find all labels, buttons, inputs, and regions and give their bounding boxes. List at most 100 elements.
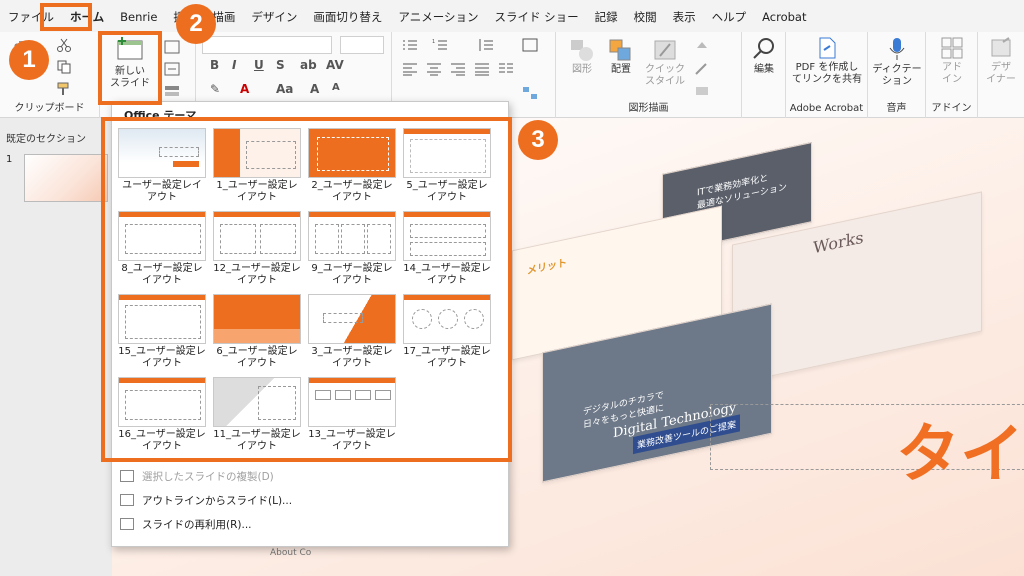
layout-icon[interactable] [164,40,180,54]
quick-style-label-2: スタイル [645,76,685,87]
tab-benrie[interactable]: Benrie [112,0,165,32]
underline-icon[interactable]: U [254,58,264,72]
copy-icon[interactable] [56,60,72,74]
tab-view[interactable]: 表示 [665,0,704,32]
editing-button[interactable]: 編集 [744,36,784,76]
editing-label: 編集 [754,64,774,75]
shapes-label: 図形 [572,64,592,75]
change-case-icon[interactable]: Aa [276,82,293,96]
shapes-button[interactable]: 図形 [564,38,600,76]
svg-text:1: 1 [432,39,435,45]
bullets-icon[interactable] [402,38,418,52]
home-tab-highlight [40,3,92,31]
layout-gallery-highlight [101,117,512,462]
duplicate-slide-label: 選択したスライドの複製(D) [142,470,274,483]
pdf-label-1: PDF を作成し [795,62,859,73]
slide-thumbnail[interactable] [24,154,108,202]
designer-button[interactable]: デザ イナー [980,36,1022,86]
shape-outline-icon[interactable] [694,62,710,76]
font-size-dropdown[interactable] [340,36,384,54]
addin-group: アド イン アドイン [926,32,978,118]
section-icon[interactable] [164,84,180,98]
step-3-badge: 3 [518,120,558,160]
duplicate-slide-menu-item[interactable]: 選択したスライドの複製(D) [120,465,490,487]
shape-fill-icon[interactable] [694,40,710,54]
line-spacing-icon[interactable] [478,38,494,52]
reuse-slides-label: スライドの再利用(R)... [142,518,252,531]
designer-label-2: イナー [986,74,1016,85]
font-size-increase-icon[interactable]: A [310,82,319,96]
format-painter-icon[interactable] [56,82,72,96]
bold-icon[interactable]: B [210,58,219,72]
numbering-icon[interactable]: 1 [432,38,448,52]
tab-design[interactable]: デザイン [243,0,305,32]
editing-group: 編集 [742,32,786,118]
step-1-badge: 1 [9,40,49,80]
create-pdf-button[interactable]: PDF を作成し てリンクを共有 [790,36,864,86]
cut-icon[interactable] [56,38,72,52]
tab-acrobat[interactable]: Acrobat [754,0,814,32]
reset-icon[interactable] [164,62,180,76]
tab-animations[interactable]: アニメーション [390,0,486,32]
tab-slideshow[interactable]: スライド ショー [486,0,586,32]
clipboard-group-label: クリップボード [14,103,85,114]
ribbon-tabs: ファイル ホーム Benrie 挿入 描画 デザイン 画面切り替え アニメーショ… [0,0,1024,32]
align-right-icon[interactable] [450,62,466,76]
microphone-icon [889,38,905,60]
char-spacing-icon[interactable]: AV [326,58,344,72]
new-slide-highlight [98,31,162,105]
columns-icon[interactable] [498,62,514,76]
duplicate-slide-icon [120,470,134,482]
tab-review[interactable]: 校閲 [626,0,665,32]
dictate-label-2: ション [882,76,912,87]
quick-styles-icon [654,40,676,60]
dictate-label-1: ディクテー [872,64,922,75]
italic-icon[interactable]: I [232,58,236,72]
step-2-badge: 2 [176,4,216,44]
section-title[interactable]: 既定のセクション [6,130,86,145]
font-family-dropdown[interactable] [202,36,332,54]
smartart-icon[interactable] [522,86,538,100]
designer-label-1: デザ [991,62,1011,73]
tab-help[interactable]: ヘルプ [704,0,755,32]
about-text: About Co [270,548,312,558]
reuse-slides-icon [120,518,134,530]
shape-effects-icon[interactable] [694,84,710,98]
merit-text: メリット [527,257,567,278]
arrange-button[interactable]: 配置 [604,38,638,76]
tab-record[interactable]: 記録 [587,0,626,32]
arrange-label: 配置 [611,64,631,75]
strikethrough-icon[interactable]: S [276,58,285,72]
addins-button[interactable]: アド イン [928,36,976,86]
quick-styles-button[interactable]: クイック スタイル [644,38,686,88]
align-center-icon[interactable] [426,62,442,76]
pdf-label-2: てリンクを共有 [792,74,862,85]
voice-group: ディクテー ション 音声 [868,32,926,118]
slide-thumbnail-pane: 既定のセクション 1 [0,118,112,576]
outline-slides-label: アウトラインからスライド(L)... [142,494,293,507]
align-left-icon[interactable] [402,62,418,76]
tab-transitions[interactable]: 画面切り替え [305,0,390,32]
addin-label-1: アド [942,62,962,73]
arrange-icon [609,39,631,61]
addin-group-label: アドイン [931,103,972,114]
quick-style-label-1: クイック [645,64,685,75]
addins-icon [941,37,963,59]
font-size-decrease-icon[interactable]: A [332,82,340,93]
font-color-icon[interactable]: A [240,82,249,96]
drawing-group: 図形 配置 クイック スタイル 図形描画 [556,32,742,118]
slide-number: 1 [6,154,13,165]
highlight-icon[interactable]: ✎ [210,82,220,96]
adobe-group-label: Adobe Acrobat [789,103,864,114]
shadow-icon[interactable]: ab [300,58,317,72]
reuse-slides-menu-item[interactable]: スライドの再利用(R)... [120,513,490,535]
dictate-button[interactable]: ディクテー ション [870,36,924,88]
outline-slides-menu-item[interactable]: アウトラインからスライド(L)... [120,489,490,511]
addin-label-2: イン [942,74,962,85]
outline-icon [120,494,134,506]
justify-icon[interactable] [474,62,490,76]
slide-title-fragment: タイ [896,418,1024,492]
text-direction-icon[interactable] [522,38,538,52]
designer-group: デザ イナー [978,32,1024,118]
search-icon [753,38,774,59]
